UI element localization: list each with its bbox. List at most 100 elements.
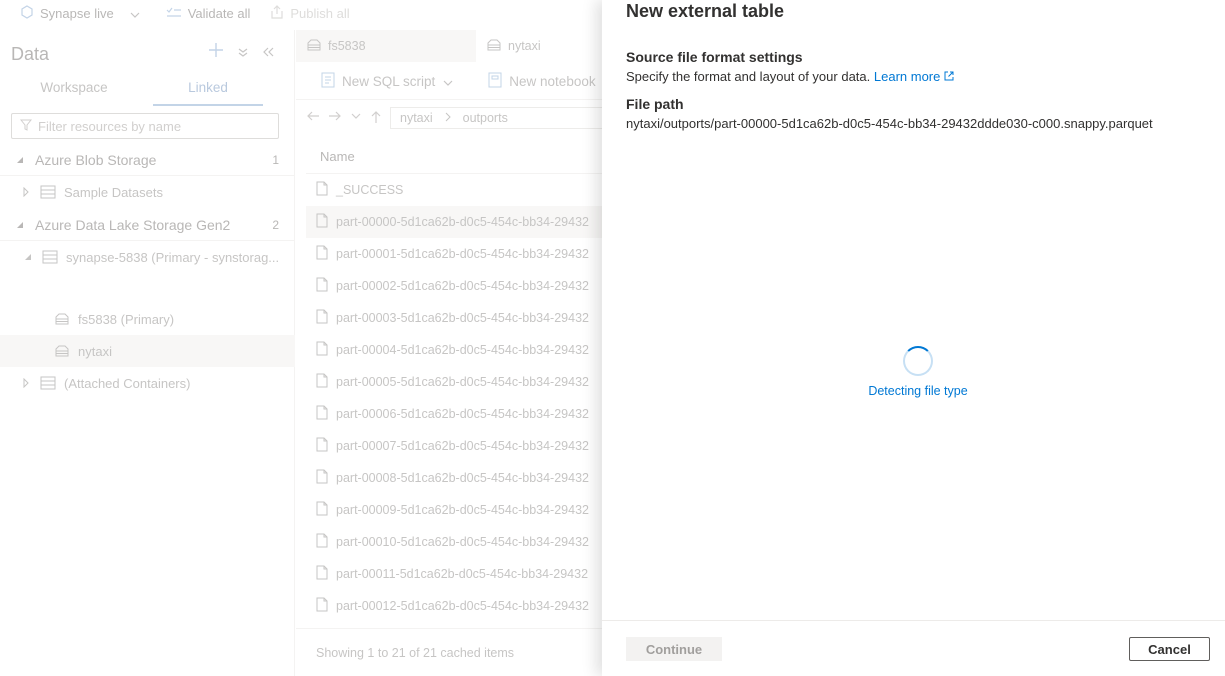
file-row[interactable]: part-00011-5d1ca62b-d0c5-454c-bb34-29432 [306,558,602,590]
pane-actions [208,42,274,63]
loading-spinner-icon [903,346,933,376]
external-link-icon [944,69,954,84]
file-name: part-00012-5d1ca62b-d0c5-454c-bb34-29432 [336,599,589,613]
tree-azure-blob-storage[interactable]: Azure Blob Storage 1 [0,144,295,176]
container-icon [306,39,328,54]
notebook-icon [487,72,509,91]
tree-count: 1 [272,152,279,167]
file-name: part-00005-5d1ca62b-d0c5-454c-bb34-29432 [336,375,589,389]
tree-sample-datasets[interactable]: Sample Datasets [0,176,295,208]
loading-text: Detecting file type [868,384,968,398]
publish-icon [270,4,290,22]
file-row[interactable]: part-00008-5d1ca62b-d0c5-454c-bb34-29432 [306,462,602,494]
section-description: Specify the format and layout of your da… [626,69,954,84]
tree-attached-containers[interactable]: (Attached Containers) [0,367,295,399]
file-row[interactable]: part-00009-5d1ca62b-d0c5-454c-bb34-29432 [306,494,602,526]
top-toolbar: Synapse live Validate all Publish all [0,0,602,26]
file-name: part-00004-5d1ca62b-d0c5-454c-bb34-29432 [336,343,589,357]
tab-workspace[interactable]: Workspace [0,76,148,106]
file-row[interactable]: part-00012-5d1ca62b-d0c5-454c-bb34-29432 [306,590,602,622]
file-row[interactable]: _SUCCESS [306,174,602,206]
file-row[interactable]: part-00004-5d1ca62b-d0c5-454c-bb34-29432 [306,334,602,366]
back-arrow-icon[interactable] [306,110,320,127]
forward-arrow-icon[interactable] [328,110,342,127]
file-name: part-00006-5d1ca62b-d0c5-454c-bb34-29432 [336,407,589,421]
sql-script-icon [320,72,342,91]
path-navigation: nytaxi outports [296,104,602,132]
nav-arrows [306,110,382,127]
breadcrumb-item[interactable]: outports [463,111,508,125]
new-external-table-panel: New external table Source file format se… [602,0,1225,676]
chevron-down-icon [130,6,146,21]
column-header-name[interactable]: Name [306,140,602,174]
double-chevron-left-icon[interactable] [262,44,274,62]
tree-nytaxi[interactable]: nytaxi [0,335,295,367]
tree-fs5838[interactable]: fs5838 (Primary) [0,303,295,335]
add-icon[interactable] [208,42,224,63]
publish-all-button[interactable]: Publish all [270,4,350,22]
tree-adls-gen2[interactable]: Azure Data Lake Storage Gen2 2 [0,209,295,241]
new-notebook-button[interactable]: New notebook [487,72,619,91]
file-row[interactable]: part-00000-5d1ca62b-d0c5-454c-bb34-29432 [306,206,602,238]
file-icon [316,565,336,583]
file-path-value: nytaxi/outports/part-00000-5d1ca62b-d0c5… [626,116,1153,131]
learn-more-link[interactable]: Learn more [874,69,954,84]
file-icon [316,373,336,391]
tab-label: fs5838 [328,39,366,53]
breadcrumb-item[interactable]: nytaxi [400,111,433,125]
up-arrow-icon[interactable] [370,110,382,127]
file-name: _SUCCESS [336,183,404,197]
chevron-right-icon [445,111,451,125]
collapse-all-icon[interactable] [238,44,248,62]
pane-title: Data [11,44,50,64]
file-row[interactable]: part-00010-5d1ca62b-d0c5-454c-bb34-29432 [306,526,602,558]
tab-nytaxi[interactable]: nytaxi [476,30,602,62]
file-row[interactable]: part-00007-5d1ca62b-d0c5-454c-bb34-29432 [306,430,602,462]
file-icon [316,501,336,519]
caret-expanded-icon [14,221,26,229]
tree-label: Sample Datasets [64,184,163,200]
caret-expanded-icon [22,253,34,261]
cancel-button[interactable]: Cancel [1129,637,1210,661]
file-row[interactable]: part-00003-5d1ca62b-d0c5-454c-bb34-29432 [306,302,602,334]
publish-all-label: Publish all [290,5,350,21]
file-name: part-00001-5d1ca62b-d0c5-454c-bb34-29432 [336,247,589,261]
file-row[interactable]: part-00001-5d1ca62b-d0c5-454c-bb34-29432 [306,238,602,270]
tab-fs5838[interactable]: fs5838 [296,30,476,62]
file-icon [316,469,336,487]
file-row[interactable]: part-00002-5d1ca62b-d0c5-454c-bb34-29432 [306,270,602,302]
storage-icon [40,376,56,390]
continue-button[interactable]: Continue [626,637,722,661]
learn-more-label: Learn more [873,69,941,84]
file-name: part-00011-5d1ca62b-d0c5-454c-bb34-29432 [336,567,589,581]
history-dropdown-icon[interactable] [350,110,362,127]
tree-label: Azure Data Lake Storage Gen2 [35,216,231,233]
file-icon [316,245,336,263]
file-icon [316,341,336,359]
synapse-live-button[interactable]: Synapse live [20,4,146,22]
caret-expanded-icon [14,156,26,164]
panel-title: New external table [626,1,785,21]
breadcrumb[interactable]: nytaxi outports [390,107,602,129]
new-notebook-label: New notebook [509,74,596,89]
file-path-label: File path [626,96,684,112]
file-icon [316,437,336,455]
tree-label: Azure Blob Storage [35,151,157,168]
filter-input[interactable]: Filter resources by name [11,113,279,139]
tree-label: synapse-5838 (Primary - synstorag... [66,249,280,265]
tab-linked[interactable]: Linked [153,76,263,106]
validate-all-button[interactable]: Validate all [166,5,250,22]
caret-collapsed-icon [20,187,32,197]
tree-label: fs5838 (Primary) [78,311,175,327]
tree-synapse-5838[interactable]: synapse-5838 (Primary - synstorag... [0,241,295,273]
file-row[interactable]: part-00005-5d1ca62b-d0c5-454c-bb34-29432 [306,366,602,398]
chevron-down-icon [443,74,459,89]
new-sql-script-button[interactable]: New SQL script [320,72,459,91]
file-row[interactable]: part-00006-5d1ca62b-d0c5-454c-bb34-29432 [306,398,602,430]
file-name: part-00000-5d1ca62b-d0c5-454c-bb34-29432 [336,215,589,229]
file-icon [316,597,336,615]
synapse-live-label: Synapse live [40,5,114,21]
file-name: part-00010-5d1ca62b-d0c5-454c-bb34-29432 [336,535,589,549]
section-title: Source file format settings [626,49,803,65]
container-icon [486,39,508,54]
